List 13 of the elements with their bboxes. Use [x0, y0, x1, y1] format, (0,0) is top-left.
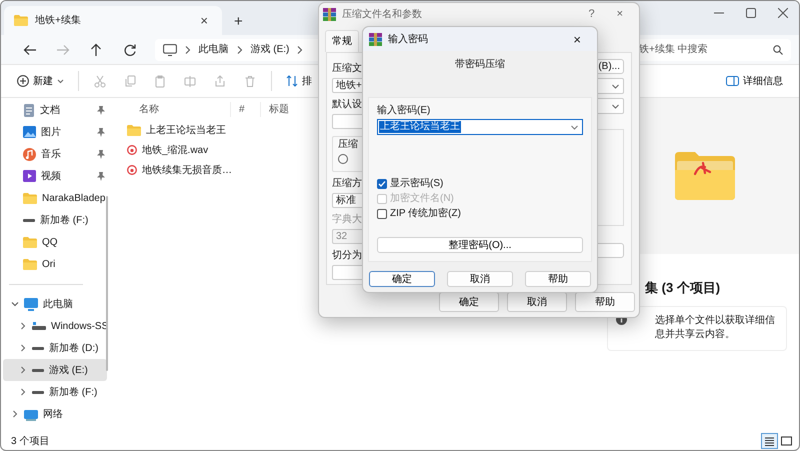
- field-label: 切分为: [332, 250, 362, 262]
- group-label: 压缩: [338, 139, 358, 151]
- details-title: 集 (3 个项目): [644, 279, 722, 297]
- field-label: 字典大: [332, 214, 362, 226]
- dialog-heading: 带密码压缩: [455, 59, 505, 70]
- field-label: 输入密码(E): [377, 105, 432, 117]
- item-count: 3 个项目: [11, 434, 50, 448]
- field-label: 压缩文: [332, 63, 362, 75]
- field-label: 压缩方: [332, 178, 362, 190]
- info-text: 选择单个文件以获取详细信息并共享云内容。: [654, 314, 776, 342]
- dialog-title: 输入密码: [388, 32, 429, 46]
- field-label: 默认设: [332, 99, 362, 111]
- dialog-title: 压缩文件名和参数: [342, 8, 423, 22]
